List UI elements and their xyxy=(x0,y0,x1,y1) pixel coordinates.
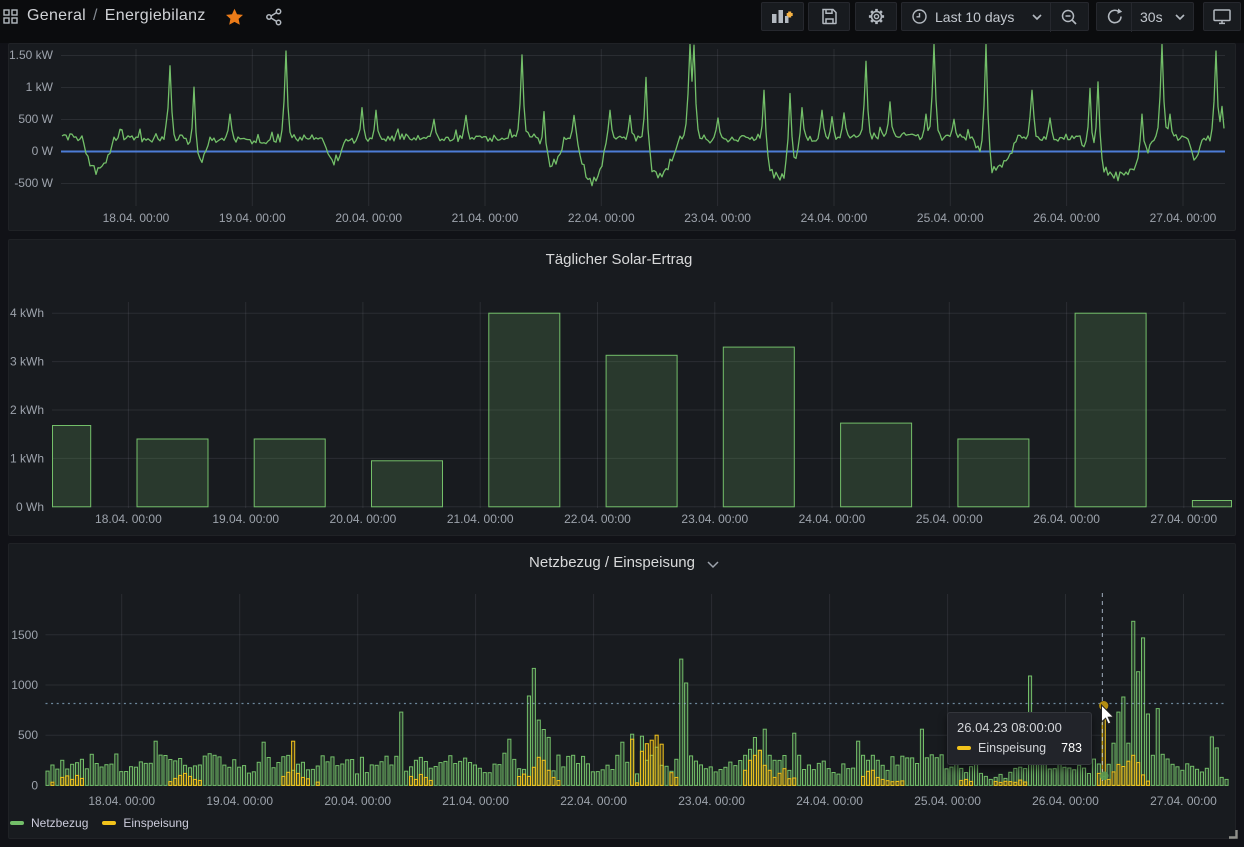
svg-text:24.04. 00:00: 24.04. 00:00 xyxy=(796,794,863,808)
svg-text:21.04. 00:00: 21.04. 00:00 xyxy=(442,794,509,808)
svg-text:Netzbezug / Einspeisung: Netzbezug / Einspeisung xyxy=(529,554,695,571)
svg-text:18.04. 00:00: 18.04. 00:00 xyxy=(88,794,155,808)
svg-text:27.04. 00:00: 27.04. 00:00 xyxy=(1150,512,1217,526)
svg-text:3 kWh: 3 kWh xyxy=(10,355,44,369)
svg-text:1 kW: 1 kW xyxy=(26,80,54,94)
svg-text:22.04. 00:00: 22.04. 00:00 xyxy=(568,211,635,225)
svg-text:24.04. 00:00: 24.04. 00:00 xyxy=(801,211,868,225)
svg-text:25.04. 00:00: 25.04. 00:00 xyxy=(916,512,983,526)
svg-text:25.04. 00:00: 25.04. 00:00 xyxy=(914,794,981,808)
svg-text:0 W: 0 W xyxy=(32,144,54,158)
svg-text:1000: 1000 xyxy=(11,678,38,692)
svg-text:1.50 kW: 1.50 kW xyxy=(9,48,54,62)
svg-text:22.04. 00:00: 22.04. 00:00 xyxy=(560,794,627,808)
svg-text:0: 0 xyxy=(31,778,38,792)
svg-text:25.04. 00:00: 25.04. 00:00 xyxy=(917,211,984,225)
svg-text:20.04. 00:00: 20.04. 00:00 xyxy=(330,512,397,526)
svg-text:18.04. 00:00: 18.04. 00:00 xyxy=(95,512,162,526)
svg-text:18.04. 00:00: 18.04. 00:00 xyxy=(103,211,170,225)
svg-text:0 Wh: 0 Wh xyxy=(16,500,44,514)
svg-text:26.04. 00:00: 26.04. 00:00 xyxy=(1032,794,1099,808)
svg-text:4 kWh: 4 kWh xyxy=(10,306,44,320)
svg-text:26.04. 00:00: 26.04. 00:00 xyxy=(1033,211,1100,225)
svg-text:-500 W: -500 W xyxy=(14,176,53,190)
svg-text:500 W: 500 W xyxy=(18,112,53,126)
svg-text:27.04. 00:00: 27.04. 00:00 xyxy=(1150,211,1217,225)
svg-text:19.04. 00:00: 19.04. 00:00 xyxy=(219,211,286,225)
svg-text:1 kWh: 1 kWh xyxy=(10,451,44,465)
svg-text:2 kWh: 2 kWh xyxy=(10,403,44,417)
svg-text:Täglicher Solar-Ertrag: Täglicher Solar-Ertrag xyxy=(546,251,693,268)
svg-text:1500: 1500 xyxy=(11,628,38,642)
svg-text:26.04. 00:00: 26.04. 00:00 xyxy=(1033,512,1100,526)
svg-text:23.04. 00:00: 23.04. 00:00 xyxy=(684,211,751,225)
svg-text:21.04. 00:00: 21.04. 00:00 xyxy=(452,211,519,225)
svg-text:22.04. 00:00: 22.04. 00:00 xyxy=(564,512,631,526)
svg-text:23.04. 00:00: 23.04. 00:00 xyxy=(678,794,745,808)
svg-text:19.04. 00:00: 19.04. 00:00 xyxy=(206,794,273,808)
svg-text:21.04. 00:00: 21.04. 00:00 xyxy=(447,512,514,526)
svg-text:24.04. 00:00: 24.04. 00:00 xyxy=(799,512,866,526)
svg-text:27.04. 00:00: 27.04. 00:00 xyxy=(1150,794,1217,808)
svg-text:20.04. 00:00: 20.04. 00:00 xyxy=(324,794,391,808)
svg-text:20.04. 00:00: 20.04. 00:00 xyxy=(335,211,402,225)
svg-text:500: 500 xyxy=(18,728,38,742)
svg-text:23.04. 00:00: 23.04. 00:00 xyxy=(681,512,748,526)
svg-text:19.04. 00:00: 19.04. 00:00 xyxy=(212,512,279,526)
